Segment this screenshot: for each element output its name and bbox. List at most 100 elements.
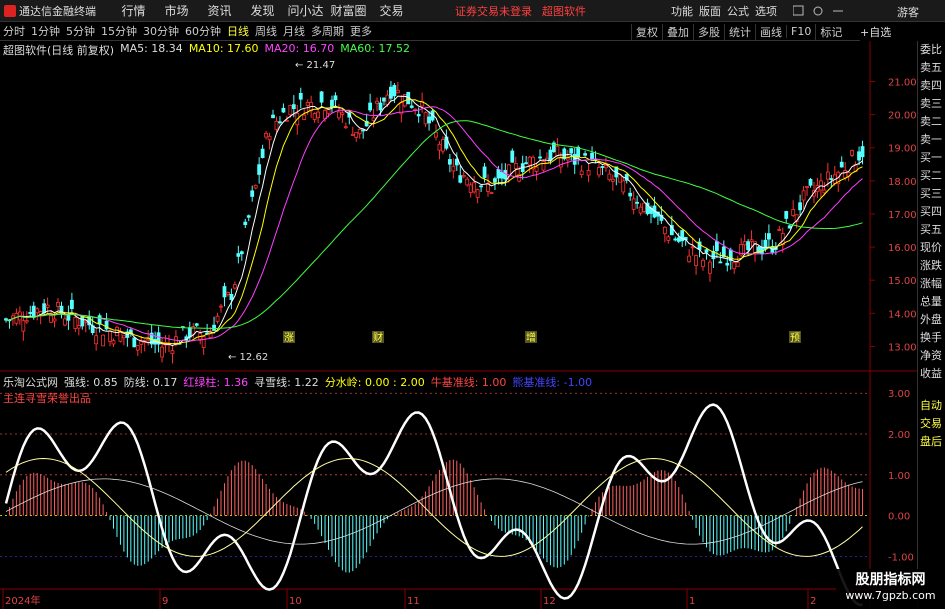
candle-body	[503, 169, 508, 180]
menu-item[interactable]: 市场	[155, 2, 198, 19]
candle-body	[291, 104, 296, 109]
candle-body	[59, 305, 64, 315]
side-item-20[interactable]: 交易	[918, 415, 945, 433]
tool-item[interactable]: 统计	[724, 23, 755, 40]
side-item-0[interactable]: 委比	[918, 41, 945, 59]
menu-item[interactable]: 交易	[370, 2, 413, 19]
candle-body	[14, 313, 19, 324]
side-item-8[interactable]: 买三	[918, 185, 945, 203]
candle-body	[28, 312, 33, 315]
side-item-1[interactable]: 卖五	[918, 59, 945, 77]
candle-body	[24, 320, 29, 323]
candle-body	[122, 335, 126, 339]
candle-body	[607, 173, 612, 181]
candle-body	[825, 171, 830, 180]
period-item[interactable]: 1分钟	[28, 23, 63, 39]
menu-item[interactable]: 发现	[241, 2, 284, 19]
candle-body	[392, 85, 397, 97]
period-item[interactable]: 分时	[0, 23, 28, 39]
candle-body	[638, 206, 643, 214]
side-item-9[interactable]: 买四	[918, 203, 945, 221]
add-watchlist-button[interactable]: +自选	[860, 22, 920, 41]
side-item-11[interactable]: 现价	[918, 239, 945, 257]
side-item-7[interactable]: 买二	[918, 167, 945, 185]
candle-body	[787, 225, 792, 229]
period-item[interactable]: 周线	[252, 23, 280, 39]
watermark-url: www.7gpzb.com	[845, 589, 936, 602]
side-item-14[interactable]: 总量	[918, 293, 945, 311]
period-item[interactable]: 5分钟	[63, 23, 98, 39]
candle-body	[409, 105, 414, 108]
side-item-10[interactable]: 买五	[918, 221, 945, 239]
tool-item[interactable]: 标记	[815, 23, 846, 40]
event-marker: 财	[373, 331, 383, 344]
ma20-value: MA20: 16.70	[264, 42, 335, 55]
menu-formula[interactable]: 公式	[724, 3, 752, 19]
side-item-6[interactable]: 买一	[918, 149, 945, 167]
side-item-5[interactable]: 卖一	[918, 131, 945, 149]
candle-body	[777, 228, 782, 231]
kline-chart[interactable]: 21.0020.0019.0018.0017.0016.0015.0014.00…	[0, 41, 917, 609]
watershed: 分水岭: 0.00 : 2.00	[324, 376, 425, 389]
side-item-4[interactable]: 卖二	[918, 113, 945, 131]
side-item-13[interactable]: 涨幅	[918, 275, 945, 293]
menu-item[interactable]: 问小达	[284, 2, 327, 19]
period-item[interactable]: 更多	[347, 23, 375, 39]
candle-body	[749, 239, 754, 242]
menu-function[interactable]: 功能	[668, 3, 696, 19]
candle-body	[69, 299, 74, 310]
tool-item[interactable]: 复权	[631, 23, 662, 40]
tool-item[interactable]: 多股	[693, 23, 724, 40]
menu-item[interactable]: 行情	[112, 2, 155, 19]
side-item-15[interactable]: 外盘	[918, 311, 945, 329]
candle-body	[375, 100, 379, 104]
period-item[interactable]: 30分钟	[140, 23, 182, 39]
candle-body	[538, 156, 542, 159]
candle-body	[808, 179, 813, 186]
guest-label[interactable]: 游客	[897, 4, 919, 20]
period-item[interactable]: 月线	[280, 23, 308, 39]
candle-body	[253, 184, 258, 189]
menu-options[interactable]: 选项	[752, 3, 780, 19]
screen-icon[interactable]	[793, 5, 804, 16]
candle-body	[493, 178, 497, 183]
indicator-title[interactable]: 乐淘公式网	[3, 374, 58, 390]
side-item-16[interactable]: 换手	[918, 329, 945, 347]
period-item-active[interactable]: 日线	[224, 23, 252, 39]
menu-layout[interactable]: 版面	[696, 3, 724, 19]
candle-body	[791, 209, 796, 216]
side-item-18[interactable]: 收益	[918, 365, 945, 383]
candle-body	[389, 86, 393, 99]
candle-body	[56, 301, 60, 307]
side-item-2[interactable]: 卖四	[918, 77, 945, 95]
side-item-12[interactable]: 涨跌	[918, 257, 945, 275]
side-item-17[interactable]: 净资	[918, 347, 945, 365]
period-item[interactable]: 多周期	[308, 23, 347, 39]
period-item[interactable]: 15分钟	[98, 23, 140, 39]
candle-body	[278, 121, 282, 124]
period-item[interactable]: 60分钟	[182, 23, 224, 39]
side-item-21[interactable]: 盘后	[918, 433, 945, 451]
trade-login-notice[interactable]: 证券交易未登录	[455, 3, 532, 19]
candle-body	[115, 326, 119, 337]
candle-body	[843, 170, 848, 179]
candle-body	[281, 107, 286, 113]
tool-item[interactable]: 画线	[755, 23, 786, 40]
candle-body	[857, 151, 861, 161]
candle-body	[610, 178, 615, 182]
price-label: 15.00	[888, 276, 917, 287]
ma10-value: MA10: 17.60	[188, 42, 259, 55]
tool-item[interactable]: F10	[786, 25, 815, 38]
settings-icon[interactable]	[813, 6, 823, 16]
menu-item[interactable]: 财富圈	[327, 2, 370, 19]
red-green-bar: 红绿柱: 1.36	[183, 376, 249, 389]
side-item-3[interactable]: 卖三	[918, 95, 945, 113]
candle-body	[118, 331, 123, 342]
menu-item[interactable]: 资讯	[198, 2, 241, 19]
candle-body	[215, 315, 220, 322]
candle-body	[447, 159, 452, 165]
candle-body	[340, 112, 345, 115]
tool-item[interactable]: 叠加	[662, 23, 693, 40]
side-item-19[interactable]: 自动	[918, 397, 945, 415]
candle-body	[31, 305, 36, 318]
